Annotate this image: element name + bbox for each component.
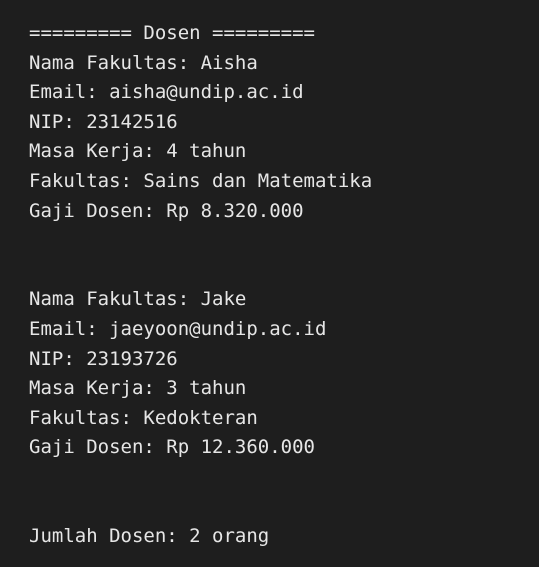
dosen-record-2: Nama Fakultas: Jake Email: jaeyoon@undip… [29, 285, 539, 463]
gaji-line: Gaji Dosen: Rp 8.320.000 [29, 199, 304, 222]
dosen-header: ========= Dosen ========= [29, 22, 315, 44]
nama-fakultas-line: Nama Fakultas: Aisha [29, 51, 258, 74]
nip-line: NIP: 23142516 [29, 110, 178, 133]
dosen-record-1: Nama Fakultas: Aisha Email: aisha@undip.… [29, 49, 539, 227]
gaji-line: Gaji Dosen: Rp 12.360.000 [29, 436, 315, 459]
console-output: ========= Dosen ========= Nama Fakultas:… [0, 0, 539, 567]
masa-kerja-line: Masa Kerja: 4 tahun [29, 140, 247, 163]
email-line: Email: aisha@undip.ac.id [29, 81, 304, 104]
email-line: Email: jaeyoon@undip.ac.id [29, 317, 327, 340]
nama-fakultas-line: Nama Fakultas: Jake [29, 288, 247, 311]
jumlah-dosen-line: Jumlah Dosen: 2 orang [29, 525, 270, 548]
nip-line: NIP: 23193726 [29, 347, 178, 370]
masa-kerja-line: Masa Kerja: 3 tahun [29, 377, 247, 400]
fakultas-line: Fakultas: Sains dan Matematika [29, 169, 373, 192]
fakultas-line: Fakultas: Kedokteran [29, 406, 258, 429]
